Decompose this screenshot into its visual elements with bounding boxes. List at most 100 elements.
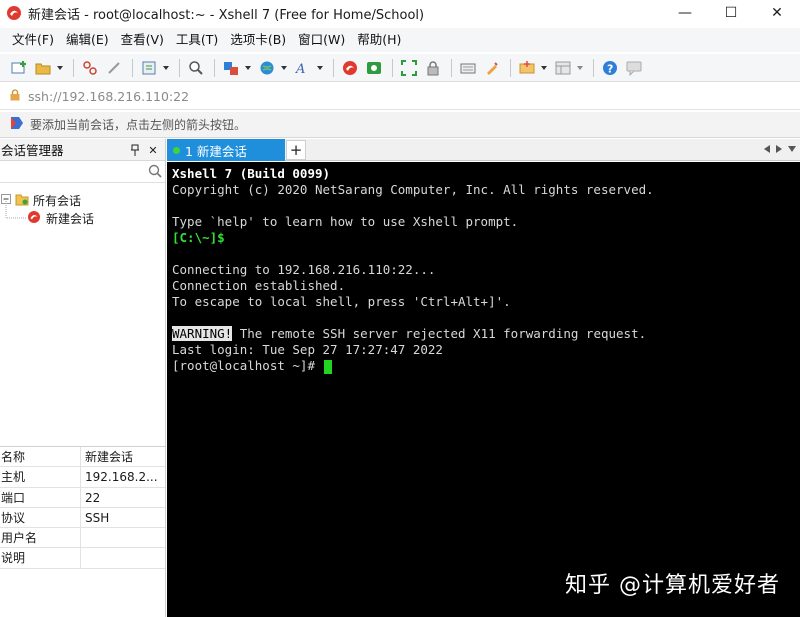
toolbar: A ?	[0, 54, 800, 82]
minimize-button[interactable]: —	[662, 0, 708, 26]
tab-strip: 1 新建会话 +	[167, 139, 800, 161]
globe-icon[interactable]	[256, 57, 278, 79]
lock-icon[interactable]	[422, 57, 444, 79]
fullscreen-icon[interactable]	[398, 57, 420, 79]
session-icon	[27, 210, 41, 227]
new-window-icon[interactable]	[220, 57, 242, 79]
disconnect-icon[interactable]	[79, 57, 101, 79]
tree-item-label: 所有会话	[33, 193, 82, 208]
table-row: 用户名	[0, 528, 165, 549]
warning-text: The remote SSH server rejected X11 forwa…	[232, 326, 647, 341]
table-row: 端口 22	[0, 487, 165, 508]
menu-edit[interactable]: 编辑(E)	[60, 28, 115, 52]
menu-help[interactable]: 帮助(H)	[351, 28, 407, 52]
table-row: 说明	[0, 548, 165, 569]
terminal-line: Type `help' to learn how to use Xshell p…	[172, 214, 519, 229]
session-manager-pane: 会话管理器 ✕ 所有会话 新建会话 名称 新建会话 主机 192.168.2..…	[0, 139, 166, 617]
address-bar: ssh://192.168.216.110:22	[0, 84, 800, 110]
terminal-output[interactable]: Xshell 7 (Build 0099) Copyright (c) 2020…	[167, 162, 800, 617]
highlight-icon[interactable]	[481, 57, 503, 79]
close-pane-button[interactable]: ✕	[145, 142, 161, 158]
close-button[interactable]: ✕	[754, 0, 800, 26]
menu-tabs[interactable]: 选项卡(B)	[224, 28, 292, 52]
terminal-line: [root@localhost ~]#	[172, 358, 800, 374]
terminal-cursor	[323, 359, 332, 374]
chevron-down-icon[interactable]	[162, 57, 170, 79]
add-tab-button[interactable]: +	[286, 140, 306, 160]
property-value: 新建会话	[85, 450, 134, 464]
menu-file[interactable]: 文件(F)	[6, 28, 60, 52]
menu-bar: 文件(F) 编辑(E) 查看(V) 工具(T) 选项卡(B) 窗口(W) 帮助(…	[0, 28, 800, 52]
tab-scroll-right-icon[interactable]	[776, 144, 782, 156]
table-row: 主机 192.168.2...	[0, 467, 165, 488]
svg-text:?: ?	[607, 62, 613, 75]
chat-icon[interactable]	[623, 57, 645, 79]
help-icon[interactable]: ?	[599, 57, 621, 79]
xshell-icon[interactable]	[339, 57, 361, 79]
session-tree: 所有会话 新建会话	[0, 183, 165, 433]
property-value: 22	[85, 490, 101, 505]
compose-icon[interactable]	[516, 57, 538, 79]
terminal-line: Last login: Tue Sep 27 17:27:47 2022	[172, 342, 443, 357]
chevron-down-icon[interactable]	[540, 57, 548, 79]
new-session-icon[interactable]	[8, 57, 30, 79]
window-controls: — ☐ ✕	[662, 0, 800, 26]
session-properties-table: 名称 新建会话 主机 192.168.2... 端口 22 协议 SSH 用户名…	[0, 446, 165, 569]
menu-window[interactable]: 窗口(W)	[292, 28, 351, 52]
tree-item-new-session[interactable]: 新建会话	[27, 209, 94, 227]
tab-scroll-left-icon[interactable]	[764, 144, 770, 156]
address-input[interactable]: ssh://192.168.216.110:22	[28, 89, 189, 104]
local-prompt: [C:\~]$	[172, 230, 225, 245]
tree-item-label: 新建会话	[46, 211, 95, 226]
find-icon[interactable]	[185, 57, 207, 79]
bookmark-arrow-icon[interactable]	[10, 116, 24, 133]
font-icon[interactable]: A	[292, 57, 314, 79]
lock-icon	[10, 89, 20, 104]
terminal-line: Copyright (c) 2020 NetSarang Computer, I…	[172, 182, 654, 197]
tab-new-session[interactable]: 1 新建会话	[167, 139, 285, 161]
menu-view[interactable]: 查看(V)	[115, 28, 170, 52]
chevron-down-icon[interactable]	[576, 57, 584, 79]
terminal-line: Xshell 7 (Build 0099)	[172, 166, 331, 181]
pin-icon[interactable]	[127, 142, 143, 158]
keyboard-icon[interactable]	[457, 57, 479, 79]
property-value	[81, 548, 165, 567]
watermark: 知乎 @计算机爱好者	[565, 573, 780, 598]
chevron-down-icon[interactable]	[244, 57, 252, 79]
session-manager-title: 会话管理器	[1, 143, 64, 158]
reconnect-icon[interactable]	[103, 57, 125, 79]
search-icon[interactable]	[148, 164, 162, 181]
tab-list-icon[interactable]	[788, 145, 796, 155]
properties-icon[interactable]	[138, 57, 160, 79]
property-key: 用户名	[0, 528, 81, 548]
property-value	[81, 528, 165, 547]
maximize-button[interactable]: ☐	[708, 0, 754, 26]
chevron-down-icon[interactable]	[316, 57, 324, 79]
terminal-line: Connection established.	[172, 278, 346, 293]
open-folder-icon[interactable]	[32, 57, 54, 79]
property-key: 名称	[0, 447, 81, 467]
hint-text: 要添加当前会话，点击左侧的箭头按钮。	[30, 118, 247, 132]
menu-tools[interactable]: 工具(T)	[170, 28, 224, 52]
property-value: SSH	[85, 510, 110, 525]
tab-navigation	[758, 139, 796, 161]
chevron-down-icon[interactable]	[56, 57, 64, 79]
xshell-logo-icon	[6, 5, 22, 21]
layout-icon[interactable]	[552, 57, 574, 79]
title-bar: 新建会话 - root@localhost:~ - Xshell 7 (Free…	[0, 0, 800, 26]
tab-label: 1 新建会话	[185, 143, 247, 159]
window-title: 新建会话 - root@localhost:~ - Xshell 7 (Free…	[28, 7, 425, 23]
xftp-icon[interactable]	[363, 57, 385, 79]
property-value: 192.168.2...	[85, 470, 158, 485]
session-search-input[interactable]	[0, 161, 165, 183]
property-key: 端口	[0, 487, 81, 507]
connected-status-icon	[173, 146, 180, 154]
terminal-line: WARNING! The remote SSH server rejected …	[172, 326, 800, 342]
property-key: 协议	[0, 507, 81, 528]
terminal-line: To escape to local shell, press 'Ctrl+Al…	[172, 294, 511, 309]
chevron-down-icon[interactable]	[280, 57, 288, 79]
property-key: 说明	[0, 548, 81, 568]
table-row: 名称 新建会话	[0, 447, 165, 468]
tree-connector	[5, 201, 26, 219]
remote-prompt: [root@localhost ~]#	[172, 358, 323, 373]
